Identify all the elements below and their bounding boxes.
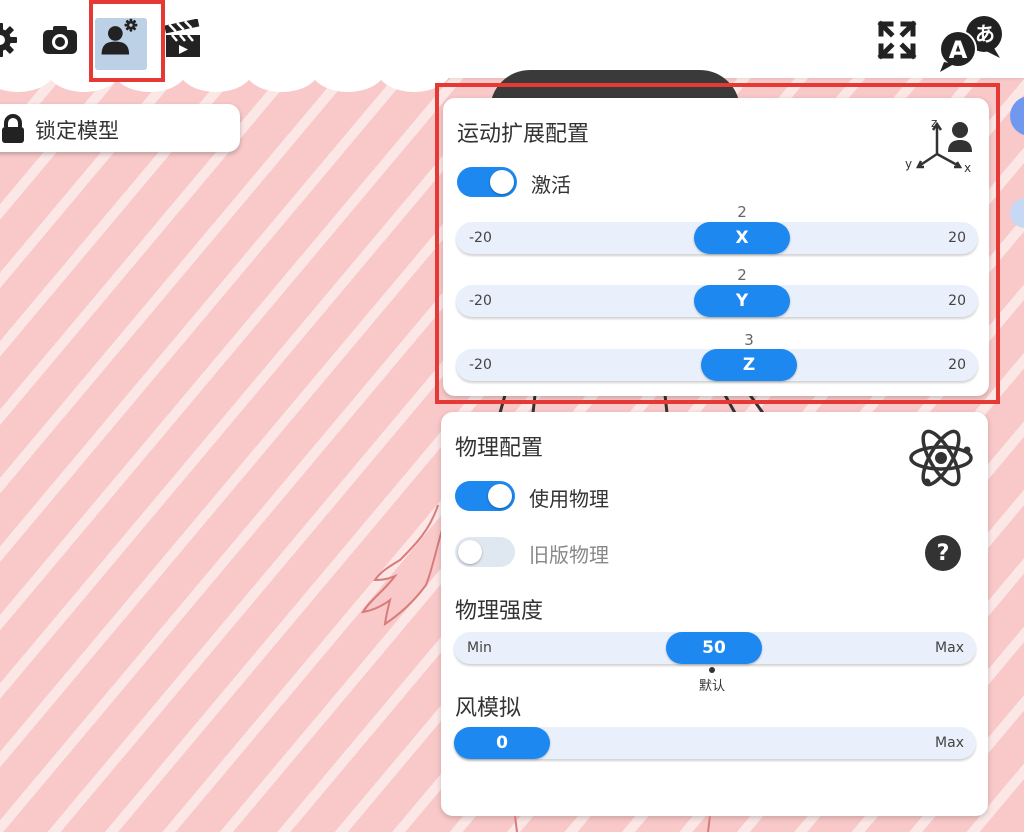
character-hand bbox=[361, 504, 443, 627]
toolbar-scallop-edge bbox=[0, 70, 480, 96]
language-icon-latin: A bbox=[949, 36, 968, 64]
physics-strength-title: 物理强度 bbox=[455, 599, 544, 624]
clapperboard-icon[interactable] bbox=[161, 18, 205, 62]
lock-model-button[interactable]: 锁定模型 bbox=[0, 104, 240, 152]
legacy-physics-label: 旧版物理 bbox=[529, 543, 609, 567]
wind-slider-thumb[interactable]: 0 bbox=[454, 727, 550, 759]
fullscreen-icon[interactable] bbox=[875, 18, 919, 62]
strength-slider-thumb[interactable]: 50 bbox=[666, 632, 762, 664]
language-icon[interactable]: A あ bbox=[936, 14, 1012, 74]
strength-slider-min: Min bbox=[467, 640, 492, 656]
lock-icon bbox=[0, 114, 26, 148]
use-physics-toggle[interactable] bbox=[455, 481, 515, 511]
atom-icon bbox=[907, 426, 975, 494]
physics-strength-slider[interactable]: Min 50 Max bbox=[454, 632, 976, 664]
default-marker: 默认 bbox=[682, 667, 742, 694]
toggle-knob bbox=[458, 540, 482, 564]
lock-model-label: 锁定模型 bbox=[35, 119, 119, 143]
language-icon-kana: あ bbox=[975, 22, 995, 46]
default-marker-dot bbox=[709, 667, 715, 673]
highlight-frame-toolbar-tab bbox=[89, 0, 165, 82]
physics-panel-title: 物理配置 bbox=[455, 436, 544, 461]
use-physics-label: 使用物理 bbox=[529, 487, 609, 511]
wind-simulation-slider[interactable]: 0 Max bbox=[454, 727, 976, 759]
help-button[interactable]: ? bbox=[925, 535, 961, 571]
side-bubble-blue bbox=[1010, 96, 1024, 136]
physics-panel: 物理配置 使用物理 旧版物理 ? 物理强度 Min 50 Max 默认 风模拟 … bbox=[441, 412, 988, 816]
wind-slider-max: Max bbox=[935, 735, 964, 751]
default-marker-label: 默认 bbox=[698, 679, 725, 694]
side-bubble-light bbox=[1010, 198, 1024, 228]
legacy-physics-toggle[interactable] bbox=[455, 537, 515, 567]
gear-icon[interactable] bbox=[0, 18, 22, 62]
camera-icon[interactable] bbox=[38, 18, 82, 62]
wind-simulation-title: 风模拟 bbox=[455, 696, 522, 721]
character-legs-outline bbox=[514, 816, 711, 832]
strength-slider-max: Max bbox=[935, 640, 964, 656]
highlight-frame-motion-panel bbox=[435, 83, 1000, 404]
toggle-knob bbox=[488, 484, 512, 508]
